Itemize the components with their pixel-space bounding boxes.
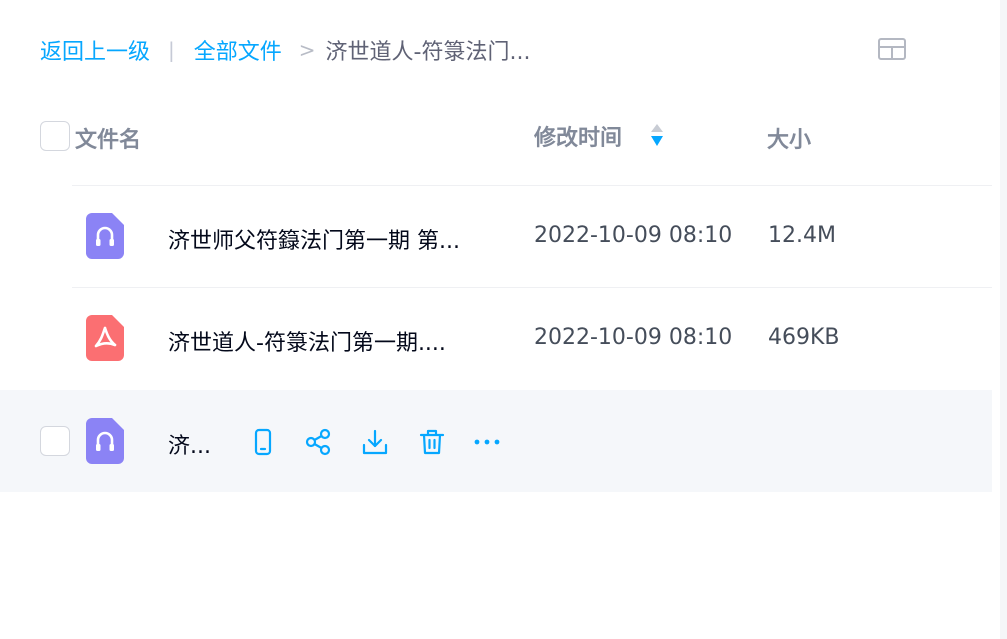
column-modified-header[interactable]: 修改时间 [534, 120, 622, 152]
breadcrumb-separator: | [168, 38, 175, 62]
all-files-link[interactable]: 全部文件 [194, 34, 282, 66]
share-icon[interactable] [304, 428, 332, 456]
phone-icon[interactable] [249, 428, 277, 456]
table-row[interactable]: 济世师父符籙法门第一期 第... 2022-10-09 08:10 12.4M [0, 186, 992, 286]
grid-view-icon[interactable] [877, 36, 907, 62]
audio-file-icon [86, 213, 124, 259]
delete-icon[interactable] [418, 428, 446, 456]
file-name[interactable]: 济世道人-符箓法门第一期.... [168, 325, 446, 357]
file-size: 469KB [768, 325, 840, 350]
column-name-header[interactable]: 文件名 [75, 122, 141, 154]
current-folder: 济世道人-符箓法门... [325, 40, 531, 65]
download-icon[interactable] [361, 428, 389, 456]
file-modified: 2022-10-09 08:10 [534, 325, 733, 350]
column-size-header[interactable]: 大小 [767, 122, 811, 154]
table-header: 文件名 修改时间 大小 [0, 108, 1000, 168]
select-all-checkbox[interactable] [40, 121, 70, 151]
pdf-file-icon [86, 315, 124, 361]
sort-icon[interactable] [649, 122, 665, 148]
breadcrumb: 返回上一级 | 全部文件 > 济世道人-符箓法门... [40, 34, 530, 66]
more-icon[interactable] [473, 428, 501, 456]
table-row[interactable]: 济世道人-符箓法门第一期.... 2022-10-09 08:10 469KB [0, 288, 992, 388]
file-size: 12.4M [768, 223, 836, 248]
file-name[interactable]: 济... [168, 428, 211, 460]
file-modified: 2022-10-09 08:10 [534, 223, 733, 248]
breadcrumb-arrow: > [298, 38, 316, 62]
row-checkbox[interactable] [40, 426, 70, 456]
scrollbar-track[interactable] [1000, 0, 1007, 639]
back-link[interactable]: 返回上一级 [40, 34, 150, 66]
audio-file-icon [86, 418, 124, 464]
file-name[interactable]: 济世师父符籙法门第一期 第... [168, 223, 460, 255]
table-row[interactable]: 济... [0, 390, 992, 492]
